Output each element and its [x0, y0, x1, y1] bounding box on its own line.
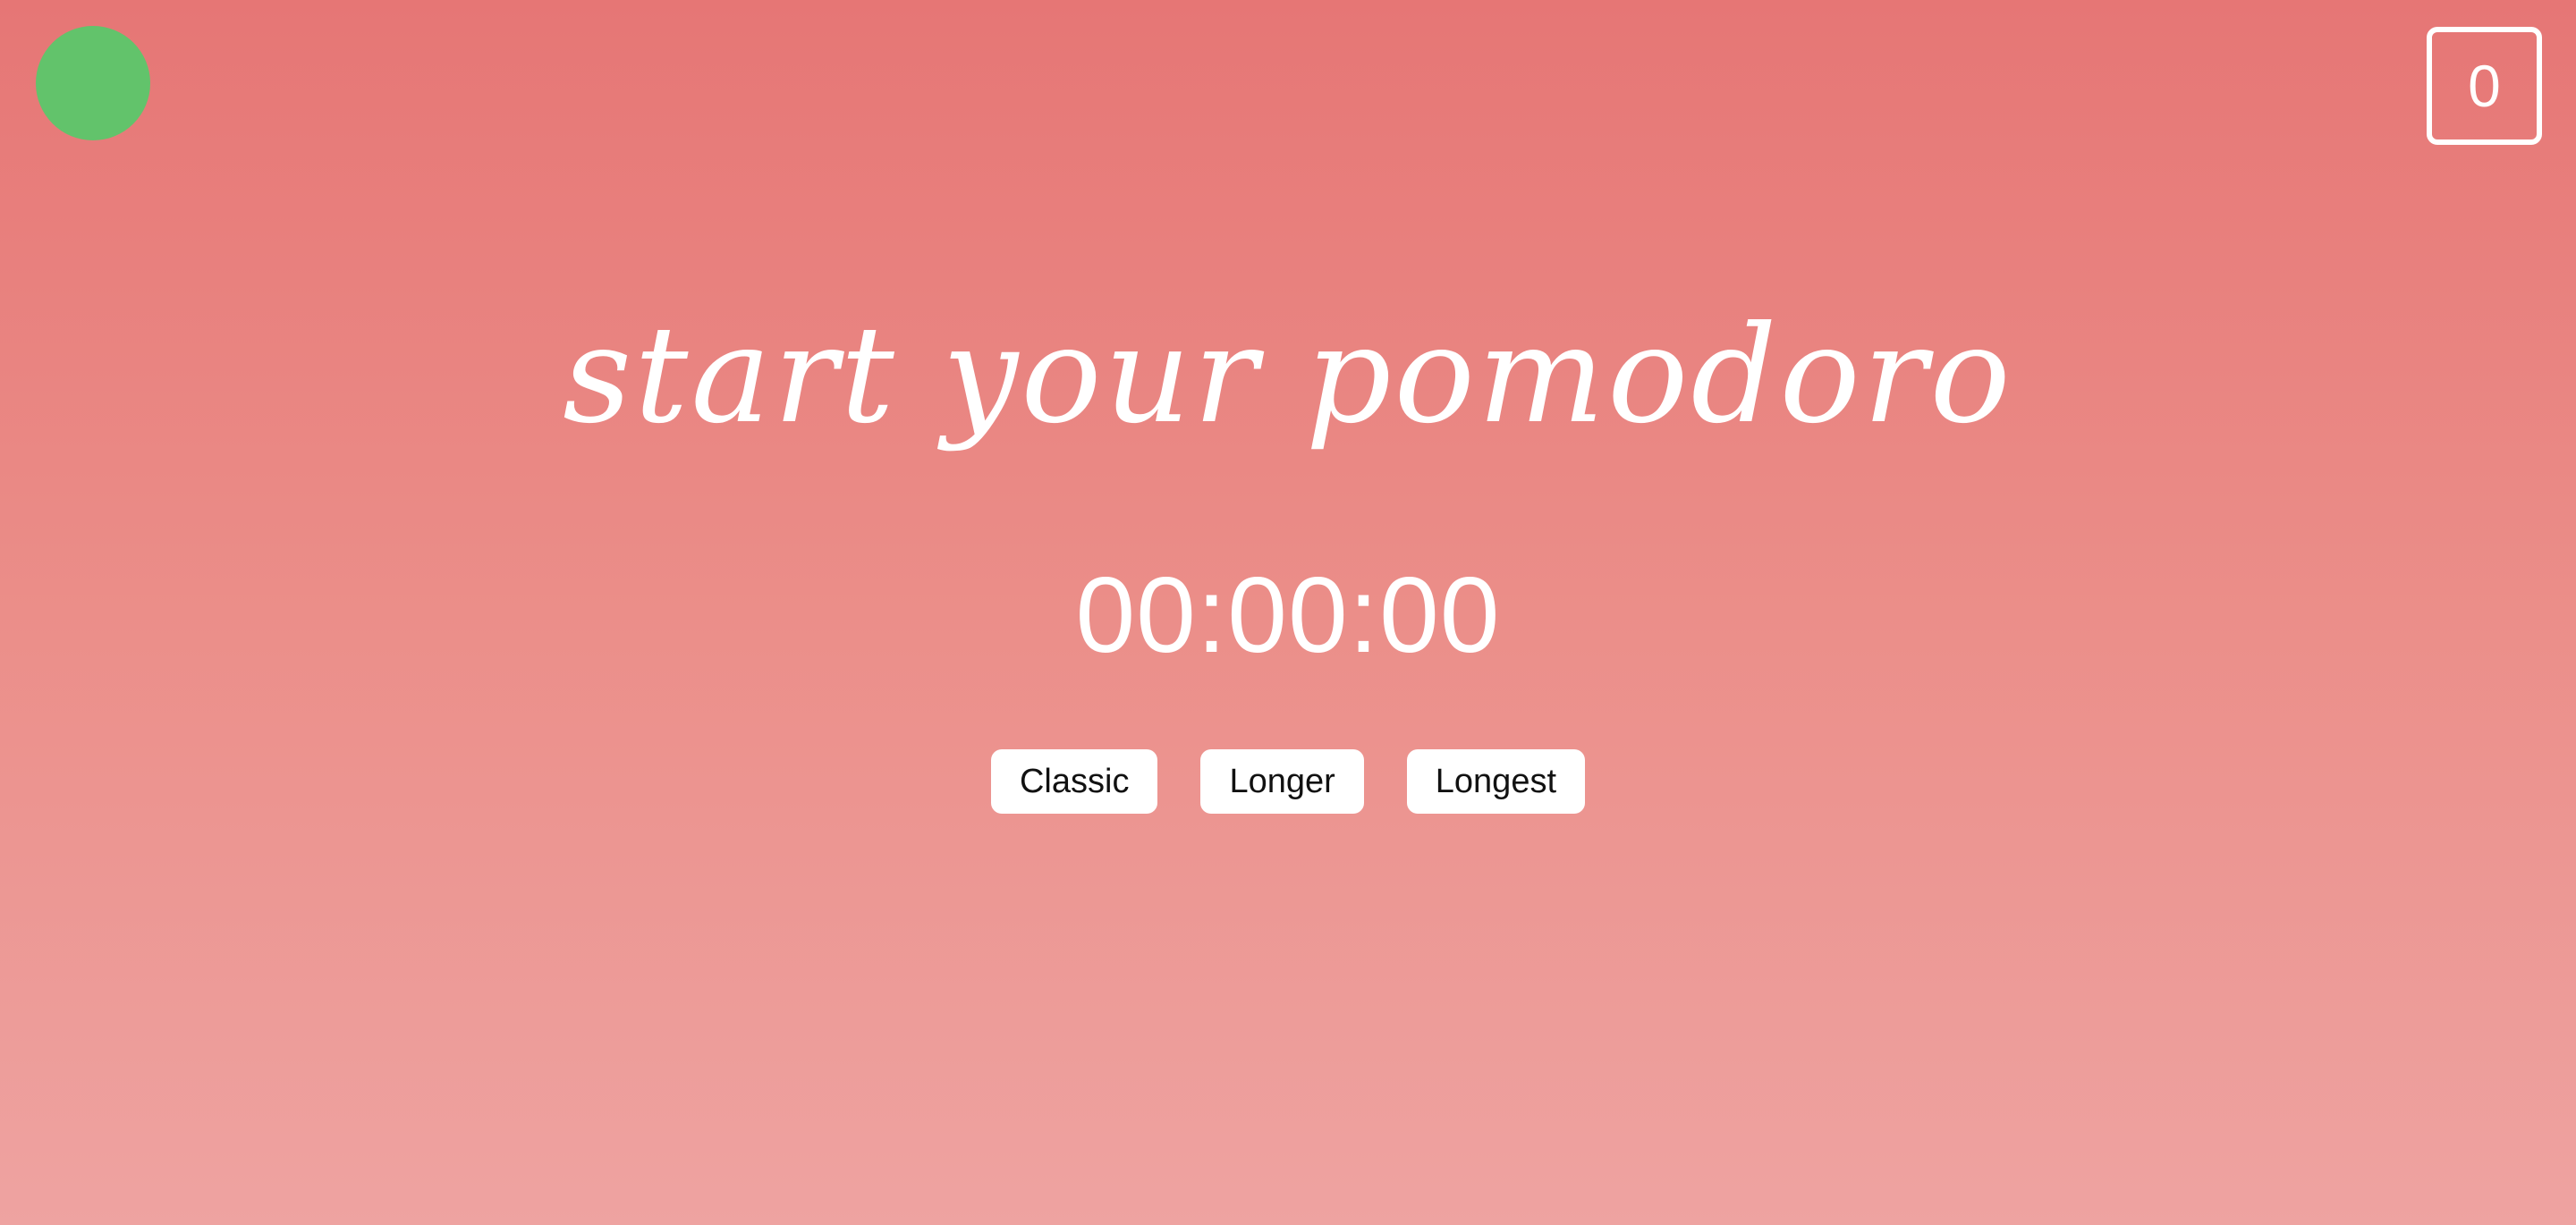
session-count-value: 0 [2468, 53, 2501, 119]
longer-mode-button[interactable]: Longer [1200, 749, 1364, 814]
mode-selector: Classic Longer Longest [0, 749, 2576, 814]
timer-display: 00:00:00 [1075, 555, 1501, 675]
longest-mode-button[interactable]: Longest [1406, 749, 1586, 814]
status-indicator [36, 26, 150, 140]
page-title: start your pomodoro [563, 298, 2013, 453]
classic-mode-button[interactable]: Classic [990, 749, 1158, 814]
session-counter: 0 [2427, 27, 2542, 145]
